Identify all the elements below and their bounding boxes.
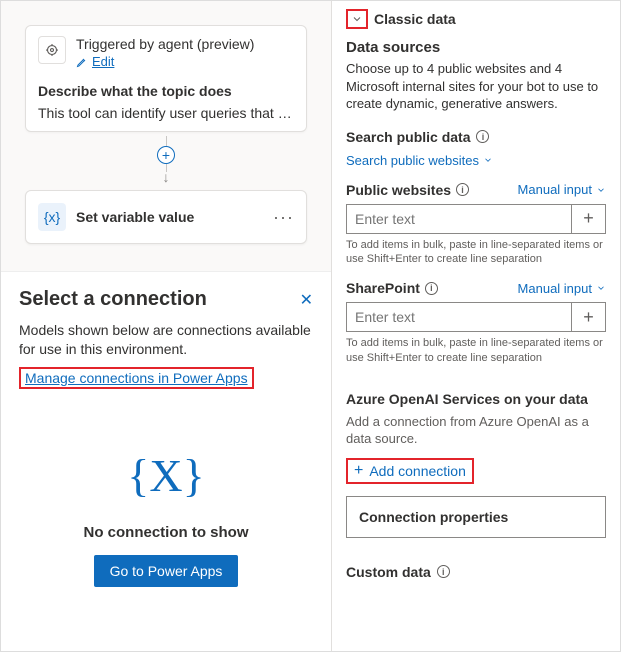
public-websites-label: Public websites: [346, 182, 451, 198]
connector: + ↓: [25, 136, 307, 184]
arrow-down-icon: ↓: [163, 170, 170, 184]
manual-input-label: Manual input: [518, 182, 592, 197]
public-websites-input[interactable]: [346, 204, 572, 234]
search-public-link-label: Search public websites: [346, 153, 479, 168]
info-icon[interactable]: i: [456, 183, 469, 196]
set-variable-label: Set variable value: [76, 209, 263, 225]
search-public-data-label: Search public data: [346, 129, 470, 145]
canvas-column: Triggered by agent (preview) Edit Descri…: [1, 1, 331, 651]
info-icon[interactable]: i: [425, 282, 438, 295]
search-public-websites-link[interactable]: Search public websites: [346, 153, 606, 168]
select-connection-panel: Select a connection ✕ Models shown below…: [1, 271, 331, 651]
plus-icon: +: [354, 462, 363, 480]
manual-input-toggle[interactable]: Manual input: [518, 182, 606, 197]
info-icon[interactable]: i: [437, 565, 450, 578]
edit-label: Edit: [92, 54, 114, 69]
classic-data-label: Classic data: [374, 11, 456, 27]
trigger-title: Triggered by agent (preview): [76, 36, 254, 52]
properties-column: Classic data Data sources Choose up to 4…: [331, 1, 620, 651]
panel-title: Select a connection: [19, 288, 207, 311]
manual-input-label: Manual input: [518, 281, 592, 296]
variable-icon: {x}: [38, 203, 66, 231]
empty-state-label: No connection to show: [84, 524, 249, 541]
describe-label: Describe what the topic does: [38, 83, 294, 99]
sharepoint-label: SharePoint: [346, 280, 420, 296]
azure-openai-label: Azure OpenAI Services on your data: [346, 391, 588, 407]
chevron-down-icon: [596, 283, 606, 293]
chevron-down-icon: [483, 155, 493, 165]
chevron-down-icon: [596, 185, 606, 195]
manual-input-toggle[interactable]: Manual input: [518, 281, 606, 296]
highlight-box: Manage connections in Power Apps: [19, 367, 254, 389]
variable-placeholder-icon: {X}: [127, 449, 204, 502]
data-sources-title: Data sources: [346, 39, 606, 56]
sharepoint-input[interactable]: [346, 302, 572, 332]
data-sources-desc: Choose up to 4 public websites and 4 Mic…: [346, 60, 606, 113]
chevron-down-icon[interactable]: [351, 13, 363, 25]
highlight-box: [346, 9, 368, 29]
bulk-hint: To add items in bulk, paste in line-sepa…: [346, 238, 606, 267]
go-to-power-apps-button[interactable]: Go to Power Apps: [94, 555, 239, 587]
add-item-button[interactable]: +: [572, 302, 606, 332]
close-icon[interactable]: ✕: [300, 290, 313, 310]
bulk-hint: To add items in bulk, paste in line-sepa…: [346, 336, 606, 365]
describe-text: This tool can identify user queries that…: [38, 105, 294, 121]
edit-link[interactable]: Edit: [76, 54, 254, 69]
custom-data-label: Custom data: [346, 564, 431, 580]
connection-properties-box[interactable]: Connection properties: [346, 496, 606, 538]
panel-description: Models shown below are connections avail…: [19, 321, 313, 359]
info-icon[interactable]: i: [476, 130, 489, 143]
more-icon[interactable]: ···: [273, 207, 294, 228]
add-item-button[interactable]: +: [572, 204, 606, 234]
add-connection-label: Add connection: [369, 463, 466, 479]
add-connection-button[interactable]: + Add connection: [354, 462, 466, 480]
set-variable-card[interactable]: {x} Set variable value ···: [25, 190, 307, 244]
pencil-icon: [76, 56, 88, 68]
highlight-box: + Add connection: [346, 458, 474, 484]
manage-connections-link[interactable]: Manage connections in Power Apps: [25, 370, 248, 386]
trigger-card[interactable]: Triggered by agent (preview) Edit Descri…: [25, 25, 307, 132]
azure-desc: Add a connection from Azure OpenAI as a …: [346, 413, 606, 448]
add-node-button[interactable]: +: [157, 146, 175, 164]
agent-icon: [38, 36, 66, 64]
